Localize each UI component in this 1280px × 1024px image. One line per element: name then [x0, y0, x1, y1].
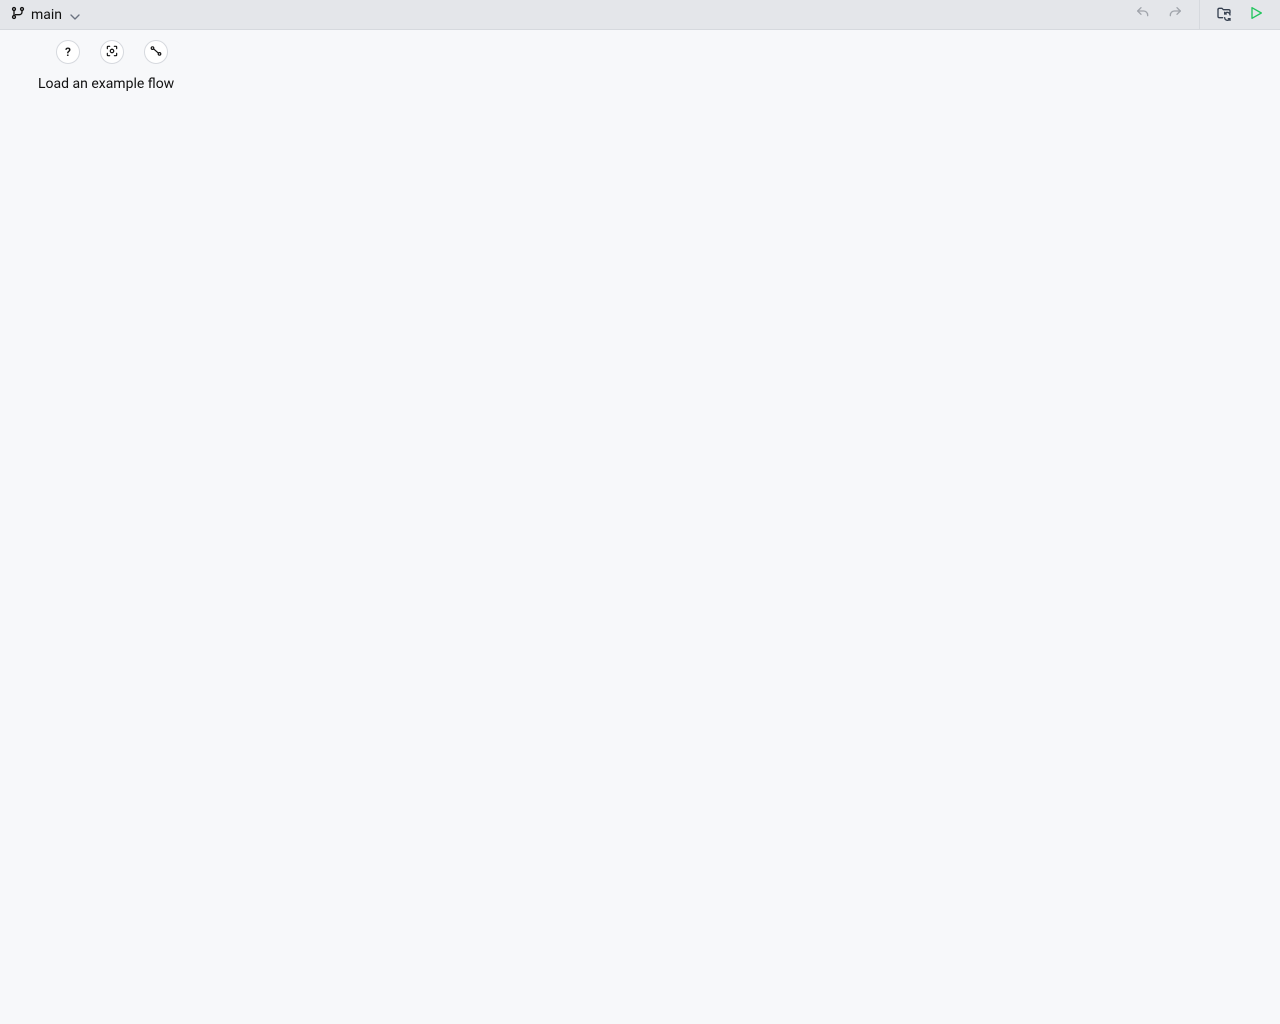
- top-bar-left: main: [10, 5, 79, 25]
- undo-icon: [1135, 5, 1151, 25]
- play-icon: [1248, 5, 1264, 25]
- hint-text: Load an example flow: [0, 64, 1280, 92]
- top-bar: main: [0, 0, 1280, 30]
- branch-selector[interactable]: main: [10, 5, 79, 25]
- help-button[interactable]: ?: [56, 40, 80, 64]
- undo-button[interactable]: [1129, 1, 1157, 29]
- top-bar-right: [1129, 0, 1270, 30]
- refresh-folder-button[interactable]: [1210, 1, 1238, 29]
- scan-icon: [105, 43, 119, 62]
- nodes-icon: [149, 43, 163, 62]
- question-icon: ?: [65, 45, 71, 59]
- flow-canvas[interactable]: [0, 92, 1280, 1024]
- connections-button[interactable]: [144, 40, 168, 64]
- canvas-toolbar: ?: [0, 30, 1280, 64]
- toolbar-separator: [1199, 0, 1200, 30]
- scan-button[interactable]: [100, 40, 124, 64]
- run-button[interactable]: [1242, 1, 1270, 29]
- branch-label: main: [31, 7, 62, 23]
- redo-icon: [1167, 5, 1183, 25]
- branch-icon: [10, 5, 26, 25]
- redo-button[interactable]: [1161, 1, 1189, 29]
- folder-sync-icon: [1216, 5, 1232, 25]
- chevron-down-icon: [67, 9, 79, 21]
